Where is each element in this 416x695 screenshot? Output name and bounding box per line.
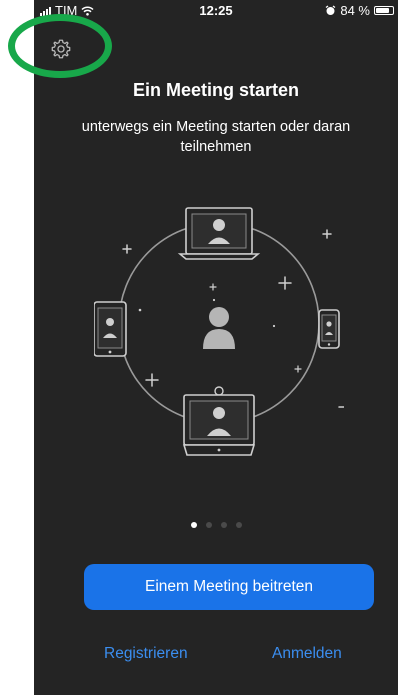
status-right: 84 % bbox=[325, 3, 394, 18]
app-screen: TIM 12:25 84 % Ein Meeting starten unter… bbox=[34, 0, 398, 695]
alarm-icon bbox=[325, 5, 336, 15]
status-bar: TIM 12:25 84 % bbox=[34, 0, 398, 22]
login-link[interactable]: Anmelden bbox=[272, 645, 342, 663]
battery-percent: 84 % bbox=[340, 3, 370, 18]
page-dot bbox=[220, 522, 227, 528]
page-dot bbox=[205, 522, 212, 528]
join-meeting-button[interactable]: Einem Meeting beitreten bbox=[84, 564, 374, 610]
register-link[interactable]: Registrieren bbox=[104, 645, 188, 663]
page-dot bbox=[190, 522, 197, 528]
page-dot bbox=[235, 522, 242, 528]
settings-button[interactable] bbox=[48, 36, 74, 62]
page: TIM 12:25 84 % Ein Meeting starten unter… bbox=[0, 0, 416, 695]
page-subtitle: unterwegs ein Meeting starten oder daran… bbox=[81, 119, 351, 155]
page-indicator bbox=[34, 522, 398, 528]
battery-icon bbox=[374, 6, 394, 15]
battery-fill bbox=[376, 8, 390, 13]
meeting-illustration bbox=[94, 207, 344, 456]
page-title: Ein Meeting starten bbox=[132, 80, 300, 100]
gear-icon bbox=[51, 39, 71, 59]
